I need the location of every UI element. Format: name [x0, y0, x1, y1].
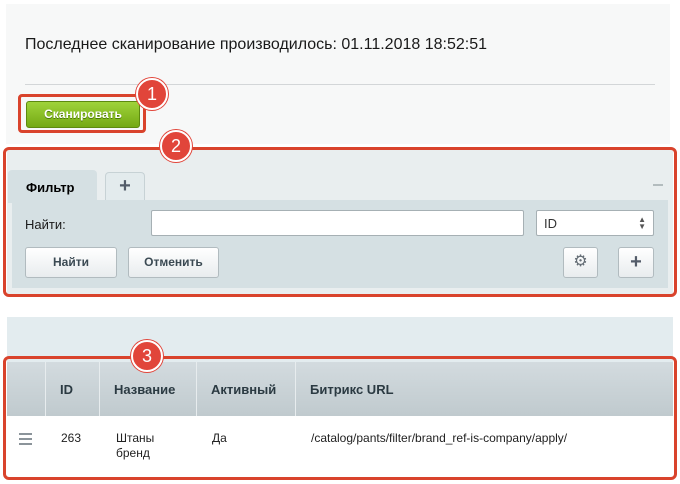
divider: [25, 84, 655, 85]
annotation-badge-3: 3: [131, 340, 163, 372]
annotation-badge-1: 1: [136, 78, 168, 110]
annotation-frame-2: [3, 147, 677, 297]
last-scan-text: Последнее сканирование производилось: 01…: [25, 36, 487, 53]
annotation-badge-2: 2: [160, 130, 192, 162]
annotation-frame-3: [3, 356, 677, 480]
annotation-frame-1: [18, 94, 146, 133]
